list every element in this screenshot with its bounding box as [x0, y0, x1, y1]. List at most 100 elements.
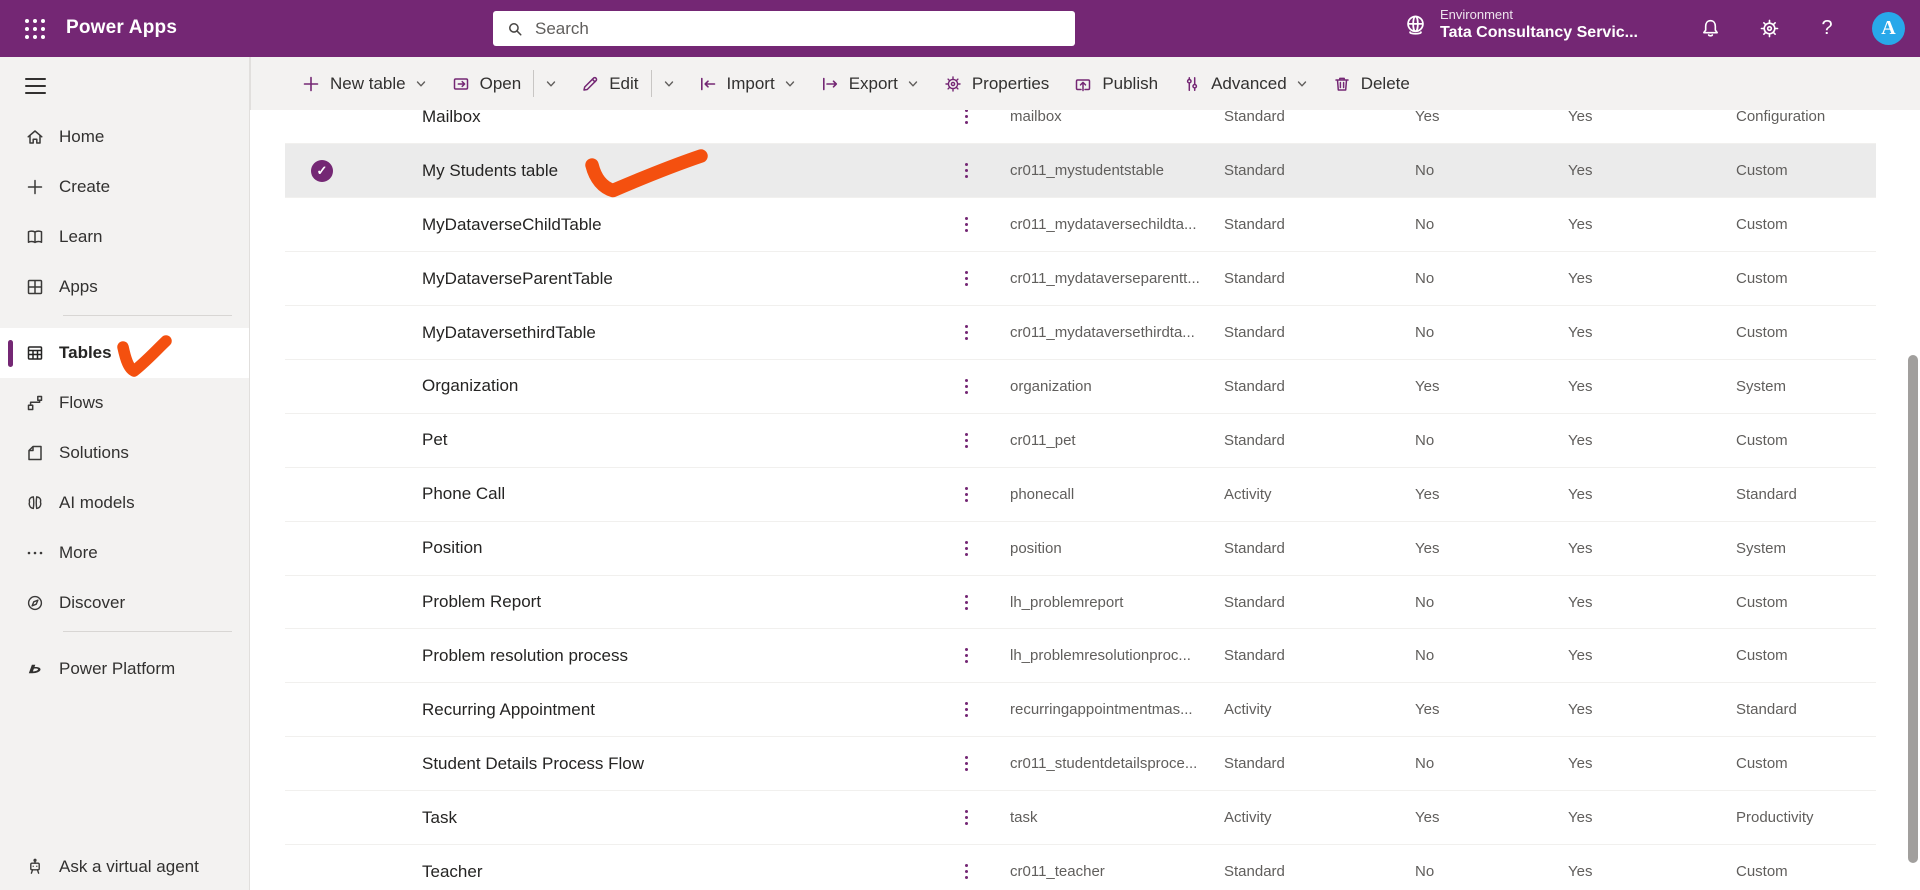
- row-commands-kebab-icon[interactable]: [958, 252, 974, 305]
- table-row[interactable]: Recurring Appointment recurringappointmen…: [285, 683, 1876, 738]
- delete-button[interactable]: Delete: [1320, 57, 1422, 110]
- sidebar-item-learn[interactable]: Learn: [0, 212, 249, 262]
- table-row[interactable]: Teacher cr011_teacher Standard No Yes Custom: [285, 845, 1876, 890]
- row-type-cell: Standard: [1224, 431, 1285, 449]
- chevron-down-icon: [1296, 78, 1308, 90]
- table-row[interactable]: Position position Standard Yes Yes System: [285, 521, 1876, 576]
- row-name-cell[interactable]: Problem Report: [422, 576, 541, 629]
- row-name-cell[interactable]: Student Details Process Flow: [422, 737, 644, 790]
- publish-button[interactable]: Publish: [1061, 57, 1170, 110]
- settings-gear-icon[interactable]: [1754, 13, 1784, 43]
- table-row[interactable]: Organization organization Standard Yes Yes Sy…: [285, 360, 1876, 414]
- table-row[interactable]: Pet cr011_pet Standard No Yes Custom: [285, 413, 1876, 468]
- row-name-cell[interactable]: Task: [422, 791, 457, 844]
- row-name-cell[interactable]: Problem resolution process: [422, 630, 628, 683]
- row-commands-kebab-icon[interactable]: [958, 414, 974, 467]
- sidebar-item-power-platform[interactable]: Power Platform: [0, 644, 249, 694]
- table-row[interactable]: ✓ My Students table cr011_mystudentstable S…: [285, 144, 1876, 199]
- open-dropdown-chevron[interactable]: [534, 57, 568, 110]
- export-button[interactable]: Export: [808, 57, 931, 110]
- row-logical-cell: cr011_mydataversechildta...: [1010, 216, 1197, 234]
- new-table-button[interactable]: New table: [289, 57, 439, 110]
- row-name-cell[interactable]: Position: [422, 522, 482, 575]
- avatar[interactable]: A: [1872, 12, 1905, 45]
- edit-dropdown-chevron[interactable]: [652, 57, 686, 110]
- table-row[interactable]: Phone Call phonecall Activity Yes Yes Standar…: [285, 467, 1876, 522]
- notifications-bell-icon[interactable]: [1695, 13, 1725, 43]
- waffle-menu-icon[interactable]: [13, 14, 57, 44]
- row-name-cell[interactable]: MyDataverseParentTable: [422, 252, 613, 305]
- row-selected-check-icon[interactable]: ✓: [311, 159, 333, 182]
- row-name-cell[interactable]: Pet: [422, 414, 448, 467]
- table-row[interactable]: Problem Report lh_problemreport Standard No…: [285, 575, 1876, 630]
- row-commands-kebab-icon[interactable]: [958, 576, 974, 629]
- row-customizable-cell: Yes: [1568, 647, 1593, 665]
- row-commands-kebab-icon[interactable]: [958, 144, 974, 197]
- table-row[interactable]: MyDataverseParentTable cr011_mydataversep…: [285, 252, 1876, 307]
- row-logical-cell: cr011_mystudentstable: [1010, 162, 1164, 180]
- import-button[interactable]: Import: [686, 57, 808, 110]
- row-name-cell[interactable]: Phone Call: [422, 468, 505, 521]
- sidebar-divider: [63, 315, 232, 316]
- app-title[interactable]: Power Apps: [66, 17, 177, 39]
- sidebar-item-label: Solutions: [59, 443, 129, 462]
- table-row[interactable]: Task task Activity Yes Yes Productivity: [285, 791, 1876, 846]
- row-type-cell: Standard: [1224, 216, 1285, 234]
- sidebar-item-home[interactable]: Home: [0, 112, 249, 162]
- row-commands-kebab-icon[interactable]: [958, 360, 974, 413]
- row-commands-kebab-icon[interactable]: [958, 683, 974, 736]
- import-icon: [698, 74, 718, 94]
- row-name-cell[interactable]: My Students table: [422, 144, 558, 197]
- power-platform-icon: [25, 659, 45, 679]
- row-commands-kebab-icon[interactable]: [958, 630, 974, 683]
- sidebar-item-more[interactable]: More: [0, 528, 249, 578]
- row-type-cell: Standard: [1224, 755, 1285, 773]
- sidebar-item-solutions[interactable]: Solutions: [0, 428, 249, 478]
- table-row[interactable]: MyDataverseChildTable cr011_mydataversech…: [285, 198, 1876, 253]
- sidebar-item-apps[interactable]: Apps: [0, 262, 249, 312]
- sidebar-item-discover[interactable]: Discover: [0, 578, 249, 628]
- flow-icon: [25, 393, 45, 413]
- row-commands-kebab-icon[interactable]: [958, 522, 974, 575]
- sidebar-item-ask-virtual-agent[interactable]: Ask a virtual agent: [0, 844, 249, 890]
- row-commands-kebab-icon[interactable]: [958, 198, 974, 251]
- vertical-scrollbar[interactable]: [1908, 355, 1918, 863]
- table-row[interactable]: Student Details Process Flow cr011_studen…: [285, 737, 1876, 792]
- row-commands-kebab-icon[interactable]: [958, 306, 974, 359]
- row-name-cell[interactable]: Mailbox: [422, 110, 481, 143]
- properties-button[interactable]: Properties: [931, 57, 1061, 110]
- advanced-button[interactable]: Advanced: [1170, 57, 1320, 110]
- table-row[interactable]: Problem resolution process lh_problemreso…: [285, 629, 1876, 684]
- row-name-cell[interactable]: MyDataverseChildTable: [422, 198, 602, 251]
- row-commands-kebab-icon[interactable]: [958, 737, 974, 790]
- hamburger-menu-icon[interactable]: [25, 78, 46, 94]
- row-customizable-cell: Yes: [1568, 377, 1593, 395]
- row-name-cell[interactable]: Organization: [422, 360, 518, 413]
- topbar-search-input[interactable]: Search: [493, 11, 1075, 46]
- sidebar-item-flows[interactable]: Flows: [0, 378, 249, 428]
- row-commands-kebab-icon[interactable]: [958, 791, 974, 844]
- publish-icon: [1073, 74, 1093, 94]
- edit-button[interactable]: Edit: [568, 57, 650, 110]
- row-category-cell: Custom: [1736, 863, 1788, 881]
- open-button[interactable]: Open: [439, 57, 534, 110]
- row-commands-kebab-icon[interactable]: [958, 468, 974, 521]
- row-commands-kebab-icon[interactable]: [958, 845, 974, 890]
- row-commands-kebab-icon[interactable]: [958, 110, 974, 143]
- sidebar-item-tables[interactable]: Tables: [0, 328, 249, 378]
- environment-picker[interactable]: Environment Tata Consultancy Servic...: [1402, 7, 1638, 43]
- row-type-cell: Activity: [1224, 809, 1272, 827]
- search-icon: [506, 20, 524, 38]
- row-name-cell[interactable]: Teacher: [422, 845, 482, 890]
- help-icon[interactable]: ?: [1812, 13, 1842, 43]
- sidebar-item-create[interactable]: Create: [0, 162, 249, 212]
- table-row[interactable]: Mailbox mailbox Standard Yes Yes Configuratio…: [285, 110, 1876, 145]
- book-icon: [25, 227, 45, 247]
- row-type-cell: Activity: [1224, 485, 1272, 503]
- table-row[interactable]: MyDataversethirdTable cr011_mydataverseth…: [285, 306, 1876, 360]
- export-icon: [820, 74, 840, 94]
- row-name-cell[interactable]: MyDataversethirdTable: [422, 306, 596, 359]
- row-name-cell[interactable]: Recurring Appointment: [422, 683, 595, 736]
- sliders-icon: [1182, 74, 1202, 94]
- sidebar-item-ai-models[interactable]: AI models: [0, 478, 249, 528]
